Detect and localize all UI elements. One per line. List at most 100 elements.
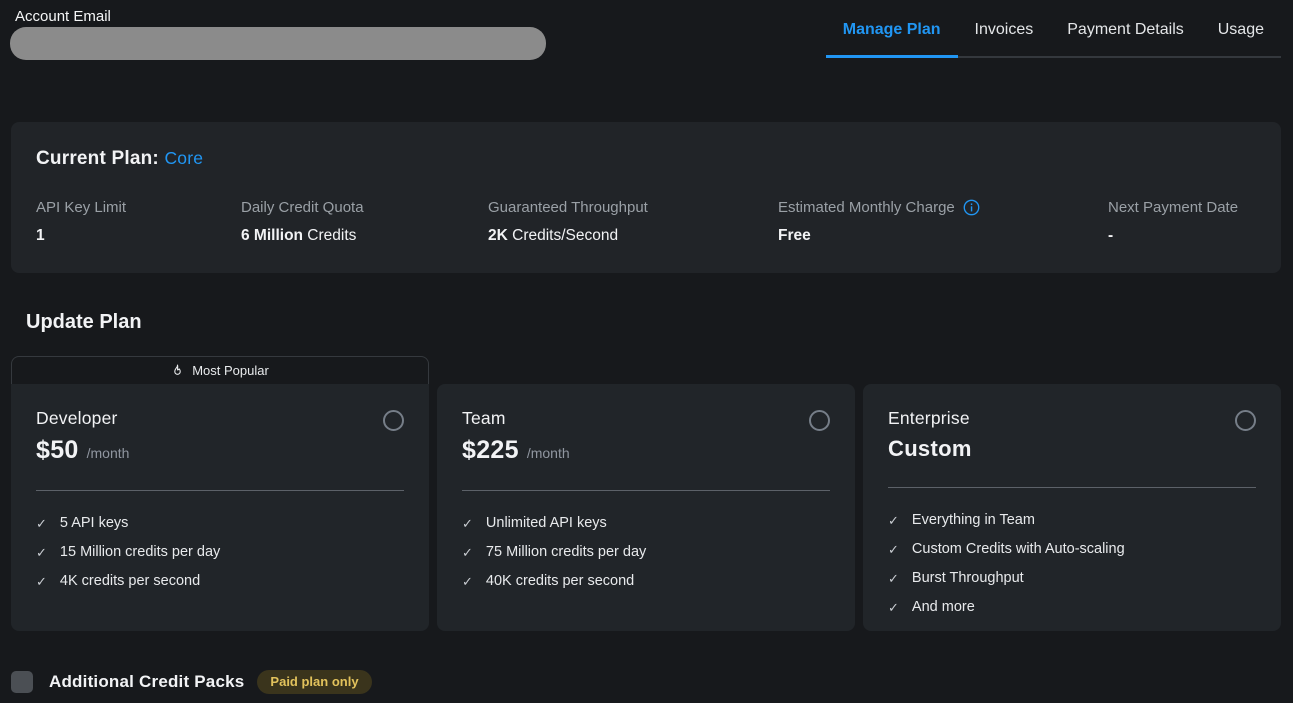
feature-text: Burst Throughput — [912, 570, 1024, 586]
feature-text: 5 API keys — [60, 515, 129, 531]
stat-label: Next Payment Date — [1108, 199, 1238, 216]
plan-divider — [462, 490, 830, 491]
plan-period: /month — [87, 445, 130, 461]
feature-text: 40K credits per second — [486, 573, 634, 589]
plan-period: /month — [527, 445, 570, 461]
stat-daily-credit-quota: Daily Credit Quota 6 Million Credits — [241, 199, 488, 245]
feature-text: Everything in Team — [912, 512, 1035, 528]
stat-value: 2K Credits/Second — [488, 227, 778, 245]
current-plan-card: Current Plan: Core API Key Limit 1 Daily… — [11, 122, 1281, 273]
feature-text: 75 Million credits per day — [486, 544, 646, 560]
stat-value-rest: Credits/Second — [508, 227, 618, 244]
check-icon: ✓ — [462, 517, 473, 530]
plan-title-block: Team $225 /month — [462, 408, 570, 465]
stat-value: 1 — [36, 227, 241, 245]
stat-value-bold: 6 Million — [241, 227, 303, 244]
plan-card-team-wrap: Team $225 /month ✓ Unlimited API keys ✓ … — [437, 356, 855, 631]
feature-item: ✓ Everything in Team — [888, 511, 1256, 529]
feature-item: ✓ 40K credits per second — [462, 572, 830, 590]
check-icon: ✓ — [462, 575, 473, 588]
feature-text: And more — [912, 599, 975, 615]
stat-label: Guaranteed Throughput — [488, 199, 778, 216]
tab-invoices[interactable]: Invoices — [958, 0, 1051, 58]
plan-price: Custom — [888, 436, 972, 462]
tab-payment-details[interactable]: Payment Details — [1050, 0, 1201, 58]
feature-text: 4K credits per second — [60, 573, 200, 589]
stat-value: - — [1108, 227, 1238, 245]
feature-text: 15 Million credits per day — [60, 544, 220, 560]
feature-item: ✓ Custom Credits with Auto-scaling — [888, 540, 1256, 558]
paid-plan-only-badge: Paid plan only — [257, 670, 371, 694]
page-header: Account Email Manage Plan Invoices Payme… — [0, 0, 1293, 60]
plan-name: Developer — [36, 408, 129, 429]
plan-name: Enterprise — [888, 408, 972, 429]
check-icon: ✓ — [888, 514, 899, 527]
account-email-label: Account Email — [15, 8, 111, 25]
plan-features: ✓ Unlimited API keys ✓ 75 Million credit… — [462, 514, 830, 590]
stat-value-bold: 1 — [36, 227, 45, 244]
tab-usage[interactable]: Usage — [1201, 0, 1281, 58]
most-popular-banner: Most Popular — [11, 356, 429, 384]
plan-features: ✓ Everything in Team ✓ Custom Credits wi… — [888, 511, 1256, 616]
current-plan-stats: API Key Limit 1 Daily Credit Quota 6 Mil… — [36, 199, 1256, 245]
feature-item: ✓ 5 API keys — [36, 514, 404, 532]
feature-item: ✓ Unlimited API keys — [462, 514, 830, 532]
plan-head: Enterprise Custom — [888, 408, 1256, 462]
credit-packs-checkbox[interactable] — [11, 671, 33, 693]
feature-text: Unlimited API keys — [486, 515, 607, 531]
plan-price: $225 — [462, 436, 519, 465]
stat-label-text: Estimated Monthly Charge — [778, 199, 955, 216]
stat-label: Estimated Monthly Charge — [778, 199, 1108, 216]
check-icon: ✓ — [888, 543, 899, 556]
plan-name: Team — [462, 408, 570, 429]
plan-price-row: $50 /month — [36, 436, 129, 465]
plan-title-block: Developer $50 /month — [36, 408, 129, 465]
info-icon[interactable] — [963, 199, 980, 216]
additional-credit-packs-row: Additional Credit Packs Paid plan only — [11, 670, 1293, 694]
check-icon: ✓ — [888, 601, 899, 614]
stat-value: Free — [778, 227, 1108, 245]
check-icon: ✓ — [36, 575, 47, 588]
stat-guaranteed-throughput: Guaranteed Throughput 2K Credits/Second — [488, 199, 778, 245]
plan-head: Developer $50 /month — [36, 408, 404, 465]
check-icon: ✓ — [36, 546, 47, 559]
most-popular-label: Most Popular — [192, 363, 269, 378]
plan-cards: Most Popular Developer $50 /month ✓ 5 AP… — [11, 356, 1281, 631]
plan-radio-team[interactable] — [809, 410, 830, 431]
plan-price-row: $225 /month — [462, 436, 570, 465]
plan-features: ✓ 5 API keys ✓ 15 Million credits per da… — [36, 514, 404, 590]
plan-card-enterprise[interactable]: Enterprise Custom ✓ Everything in Team ✓… — [863, 384, 1281, 631]
stat-value-bold: - — [1108, 227, 1113, 244]
feature-item: ✓ 75 Million credits per day — [462, 543, 830, 561]
stat-estimated-monthly-charge: Estimated Monthly Charge Free — [778, 199, 1108, 245]
current-plan-name: Core — [164, 148, 203, 168]
update-plan-heading: Update Plan — [26, 311, 1293, 334]
check-icon: ✓ — [36, 517, 47, 530]
current-plan-title-prefix: Current Plan: — [36, 148, 159, 169]
stat-value-bold: 2K — [488, 227, 508, 244]
plan-radio-developer[interactable] — [383, 410, 404, 431]
flame-icon — [171, 364, 184, 377]
stat-label: API Key Limit — [36, 199, 241, 216]
plan-divider — [888, 487, 1256, 488]
stat-api-key-limit: API Key Limit 1 — [36, 199, 241, 245]
feature-item: ✓ Burst Throughput — [888, 569, 1256, 587]
stat-next-payment-date: Next Payment Date - — [1108, 199, 1238, 245]
plan-radio-enterprise[interactable] — [1235, 410, 1256, 431]
plan-price-row: Custom — [888, 436, 972, 462]
check-icon: ✓ — [462, 546, 473, 559]
stat-value-rest: Credits — [303, 227, 356, 244]
tab-manage-plan[interactable]: Manage Plan — [826, 0, 958, 58]
stat-value-bold: Free — [778, 227, 811, 244]
stat-value: 6 Million Credits — [241, 227, 488, 245]
plan-card-developer[interactable]: Developer $50 /month ✓ 5 API keys ✓ 15 M… — [11, 384, 429, 631]
feature-item: ✓ And more — [888, 598, 1256, 616]
feature-item: ✓ 4K credits per second — [36, 572, 404, 590]
plan-card-team[interactable]: Team $225 /month ✓ Unlimited API keys ✓ … — [437, 384, 855, 631]
account-email-input[interactable] — [10, 27, 546, 60]
plan-price: $50 — [36, 436, 79, 465]
plan-card-developer-wrap: Most Popular Developer $50 /month ✓ 5 AP… — [11, 356, 429, 631]
stat-label: Daily Credit Quota — [241, 199, 488, 216]
plan-title-block: Enterprise Custom — [888, 408, 972, 462]
plan-card-enterprise-wrap: Enterprise Custom ✓ Everything in Team ✓… — [863, 356, 1281, 631]
